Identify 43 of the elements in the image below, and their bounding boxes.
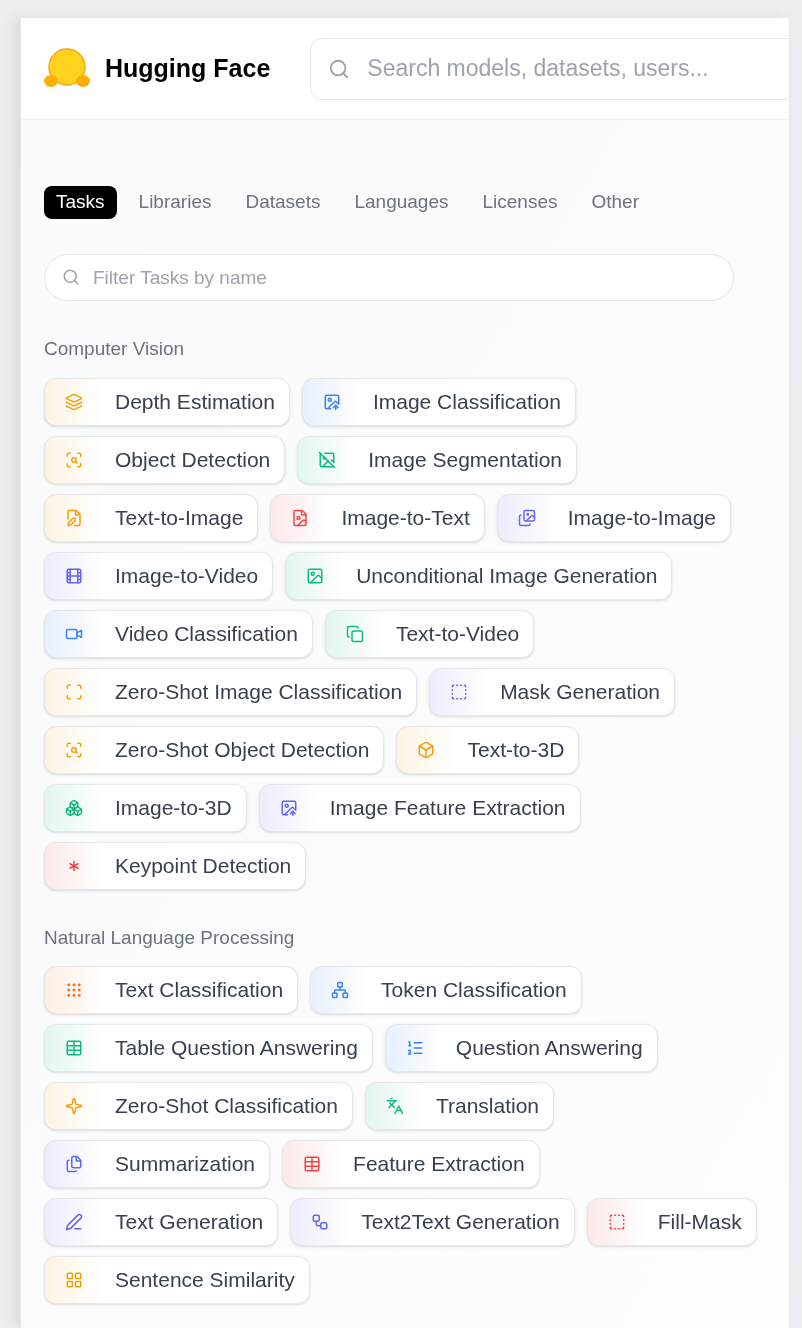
filter-field[interactable]: Filter Tasks by name bbox=[44, 254, 734, 301]
filter-tab[interactable]: Libraries bbox=[126, 186, 224, 219]
task-chip[interactable]: Image Segmentation bbox=[297, 435, 578, 484]
task-chip[interactable]: Image Feature Extraction bbox=[258, 783, 581, 832]
task-chip[interactable]: Text-to-3D bbox=[396, 725, 580, 774]
task-chip[interactable]: Text-to-Video bbox=[324, 609, 535, 658]
filter-tab[interactable]: Datasets bbox=[233, 186, 333, 219]
section-heading: Natural Language Processing bbox=[44, 925, 296, 950]
task-chip[interactable]: Sentence Similarity bbox=[44, 1256, 310, 1304]
task-chip[interactable]: Fill-Mask bbox=[586, 1198, 757, 1246]
task-chip[interactable]: Text Classification bbox=[44, 966, 299, 1014]
task-chip[interactable]: Object Detection bbox=[44, 435, 286, 484]
brand-name: Hugging Face bbox=[105, 52, 271, 84]
task-chip[interactable]: Image-to-3D bbox=[44, 783, 247, 832]
task-chip[interactable]: Video Classification bbox=[44, 609, 313, 658]
task-chip[interactable]: Depth Estimation bbox=[44, 377, 290, 426]
task-chip[interactable]: Text2Text Generation bbox=[290, 1198, 575, 1246]
task-chip[interactable]: Text Generation bbox=[44, 1198, 279, 1246]
filter-tab[interactable]: Tasks bbox=[44, 186, 117, 219]
task-chip[interactable]: Token Classification bbox=[310, 966, 582, 1014]
task-chip[interactable]: Keypoint Detection bbox=[44, 841, 307, 890]
task-chip[interactable]: Zero-Shot Object Detection bbox=[44, 725, 385, 774]
task-chip[interactable]: Zero-Shot Classification bbox=[44, 1082, 353, 1130]
task-chip[interactable]: Mask Generation bbox=[429, 667, 676, 716]
task-chip[interactable]: Image-to-Video bbox=[44, 551, 274, 600]
task-chip[interactable]: Unconditional Image Generation bbox=[285, 551, 673, 600]
task-chip[interactable]: Zero-Shot Image Classification bbox=[44, 667, 418, 716]
task-chip[interactable]: Text-to-Image bbox=[44, 493, 259, 542]
task-chip[interactable]: Image-to-Text bbox=[270, 493, 485, 542]
task-chip[interactable]: Image Classification bbox=[301, 377, 576, 426]
task-chip[interactable]: Summarization bbox=[44, 1140, 271, 1188]
task-chip[interactable]: Table Question Answering bbox=[44, 1024, 373, 1072]
section-heading: Computer Vision bbox=[44, 337, 186, 361]
filter-tab[interactable]: Languages bbox=[342, 186, 461, 219]
filter-tab[interactable]: Other bbox=[579, 186, 651, 219]
task-chip[interactable]: Question Answering bbox=[384, 1024, 658, 1072]
task-chip[interactable]: Image-to-Image bbox=[496, 493, 731, 542]
search-icon bbox=[328, 57, 351, 80]
filter-tab[interactable]: Licenses bbox=[470, 186, 570, 219]
task-chip[interactable]: Feature Extraction bbox=[282, 1140, 540, 1188]
search-icon bbox=[62, 268, 80, 286]
search-field[interactable]: Search models, datasets, users... bbox=[310, 37, 789, 100]
task-chip[interactable]: Translation bbox=[364, 1082, 555, 1130]
